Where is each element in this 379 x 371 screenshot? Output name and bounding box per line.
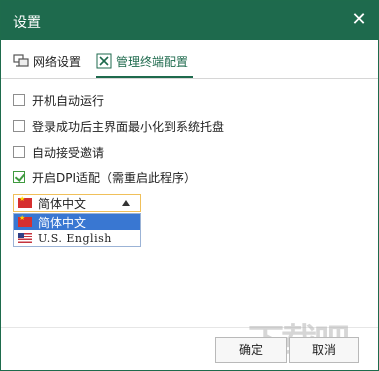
option-dpi-adapt[interactable]: 开启DPI适配（需重启此程序）	[13, 169, 196, 185]
minimize-to-tray-checkbox[interactable]	[13, 120, 25, 132]
tab-network-label: 网络设置	[33, 54, 82, 69]
tab-bar: 网络设置 管理终端配置	[1, 40, 378, 79]
language-option-label: 简体中文	[38, 215, 87, 230]
close-icon[interactable]: ✕	[346, 7, 372, 33]
tab-network-settings[interactable]: 网络设置	[13, 50, 81, 72]
language-option-en-us[interactable]: U.S. English	[14, 230, 140, 246]
dpi-adapt-checkbox[interactable]	[13, 171, 25, 183]
minimize-to-tray-label: 登录成功后主界面最小化到系统托盘	[32, 119, 225, 134]
title-bar: 设置 ✕	[1, 1, 378, 40]
tab-terminal-config[interactable]: 管理终端配置	[96, 50, 188, 72]
option-autostart[interactable]: 开机自动运行	[13, 92, 104, 108]
dialog-title: 设置	[13, 15, 41, 31]
language-dropdown-list: 简体中文 U.S. English	[13, 213, 141, 247]
option-auto-accept-invite[interactable]: 自动接受邀请	[13, 144, 104, 160]
tools-icon	[96, 53, 112, 69]
auto-accept-invite-label: 自动接受邀请	[32, 145, 105, 160]
language-selected-value: 简体中文	[38, 196, 87, 211]
caret-up-icon	[122, 200, 130, 206]
network-icon	[13, 54, 29, 67]
flag-cn-icon	[18, 214, 32, 227]
language-option-zh-cn[interactable]: 简体中文	[14, 214, 140, 230]
flag-cn-icon	[18, 195, 32, 208]
flag-us-icon	[18, 233, 32, 243]
tab-divider	[1, 78, 378, 79]
language-select[interactable]: 简体中文	[13, 194, 141, 212]
auto-accept-invite-checkbox[interactable]	[13, 146, 25, 158]
autostart-checkbox[interactable]	[13, 94, 25, 106]
cancel-button[interactable]: 取消	[289, 337, 359, 363]
ok-button[interactable]: 确定	[215, 337, 287, 363]
settings-dialog: 设置 ✕ 网络设置 管理终端配置 开机自动运行 登录成功后主界面最小化到系统托盘…	[0, 0, 379, 371]
autostart-label: 开机自动运行	[32, 93, 105, 108]
language-option-label: U.S. English	[38, 231, 112, 245]
tab-terminal-config-label: 管理终端配置	[116, 54, 189, 69]
dpi-adapt-label: 开启DPI适配（需重启此程序）	[32, 170, 197, 185]
option-minimize-to-tray[interactable]: 登录成功后主界面最小化到系统托盘	[13, 118, 224, 134]
